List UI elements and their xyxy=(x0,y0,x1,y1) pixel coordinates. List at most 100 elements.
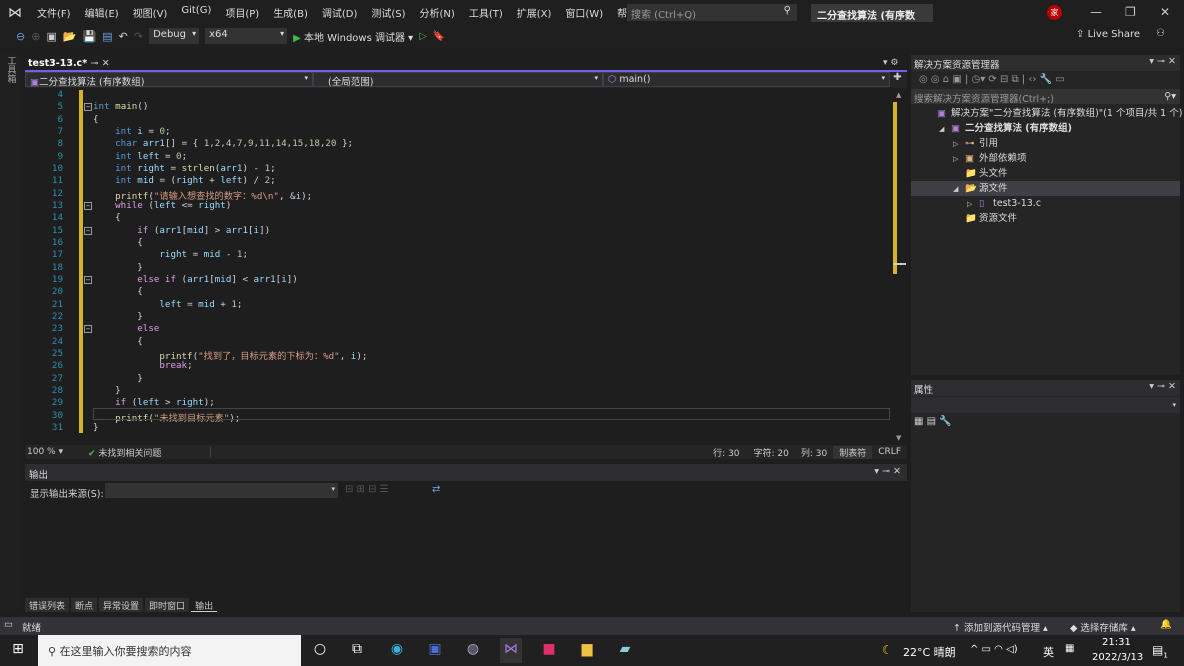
code-line[interactable]: else if (arr1[mid] < arr1[i]) xyxy=(93,274,298,285)
tree-item[interactable]: 📁 头文件 xyxy=(911,166,1180,181)
code-line[interactable]: char arr1[] = { 1,2,4,7,9,11,14,15,18,20… xyxy=(93,138,353,149)
notes-icon[interactable]: ▰ xyxy=(614,641,636,657)
expand-arrow-icon[interactable]: ▷ xyxy=(967,197,979,212)
pane-controls[interactable]: ▾ ⊸ ✕ xyxy=(1149,381,1176,392)
code-line[interactable]: } xyxy=(93,385,121,396)
code-line[interactable]: { xyxy=(93,286,143,297)
tree-item[interactable]: 📁 资源文件 xyxy=(911,211,1180,226)
menu-item[interactable]: 窗口(W) xyxy=(558,5,610,20)
output-source-select[interactable]: ▾ xyxy=(105,483,338,498)
code-line[interactable]: int right = strlen(arr1) - 1; xyxy=(93,163,276,174)
code-line[interactable]: if (left > right); xyxy=(93,397,215,408)
properties-toolbar[interactable]: ▦ ▤ 🔧 xyxy=(911,413,1180,430)
code-line[interactable]: } xyxy=(93,422,99,433)
save-all-icon[interactable]: ▤ xyxy=(102,30,112,43)
file-explorer-icon[interactable]: ▆ xyxy=(576,641,598,657)
fold-toggle-icon[interactable]: − xyxy=(84,226,92,235)
code-line[interactable]: { xyxy=(93,212,121,223)
fold-toggle-icon[interactable]: − xyxy=(84,325,92,334)
menu-item[interactable]: 生成(B) xyxy=(266,5,315,20)
feedback-icon[interactable]: ⚇ xyxy=(1156,28,1165,39)
code-line[interactable]: int main() xyxy=(93,101,148,112)
solution-search-input[interactable]: 搜索解决方案资源管理器(Ctrl+;) ⚲▾ xyxy=(911,89,1180,105)
code-line[interactable]: else xyxy=(93,323,159,334)
menu-item[interactable]: Git(G) xyxy=(174,5,218,20)
tab-options-icon[interactable]: ▾ ⚙ xyxy=(883,58,898,68)
tree-item[interactable]: ▷ ⊶ 引用 xyxy=(911,136,1180,151)
avatar[interactable]: 家 xyxy=(1047,5,1062,20)
back-icon[interactable]: ⊖ xyxy=(16,30,25,43)
menu-item[interactable]: 文件(F) xyxy=(30,5,78,20)
solution-explorer-toolbar[interactable]: ◎ ◎ ⌂ ▣ | ◷▾ ⟳ ⊟ ⧉ | ‹› 🔧 ▭ xyxy=(911,71,1180,89)
code-line[interactable]: while (left <= right) xyxy=(93,200,231,211)
run-debugger-button[interactable]: ▶ 本地 Windows 调试器 ▾ xyxy=(293,29,413,44)
new-project-icon[interactable]: ▣ xyxy=(46,30,56,43)
indent-mode[interactable]: 制表符 xyxy=(833,445,873,459)
tree-item[interactable]: ▣ 解决方案"二分查找算法 (有序数组)"(1 个项目/共 1 个) xyxy=(911,106,1182,121)
code-line[interactable]: } xyxy=(93,373,143,384)
scope-dropdown[interactable]: (全局范围) ▾ xyxy=(313,72,603,88)
line-ending[interactable]: CRLF xyxy=(872,447,907,457)
windows-start-icon[interactable]: ⊞ xyxy=(7,641,29,657)
cortana-icon[interactable]: ○ xyxy=(309,641,331,657)
redo-icon[interactable]: ↷ xyxy=(134,30,143,43)
tree-item[interactable]: ◢ ▣ 二分查找算法 (有序数组) xyxy=(911,121,1180,136)
config-select[interactable]: Debug ▾ xyxy=(149,28,200,44)
expand-arrow-icon[interactable]: ◢ xyxy=(939,122,951,137)
restore-button[interactable]: ❐ xyxy=(1125,5,1136,19)
menu-item[interactable]: 测试(S) xyxy=(364,5,412,20)
split-icon[interactable]: ✚ xyxy=(890,72,905,88)
undo-icon[interactable]: ↶ xyxy=(119,30,128,43)
fold-toggle-icon[interactable]: − xyxy=(84,103,92,112)
tab-test3-13-c[interactable]: test3-13.c* ⊸ ✕ xyxy=(25,56,113,71)
expand-arrow-icon[interactable]: ▷ xyxy=(953,152,965,167)
edge-icon[interactable]: ◉ xyxy=(386,641,408,657)
tree-item[interactable]: ▷ ▣ 外部依赖项 xyxy=(911,151,1180,166)
pin-icon[interactable]: ⊸ xyxy=(90,58,98,69)
code-editor[interactable]: 4 5 int main() 6{7 int i = 0; 8 char arr1[] … xyxy=(25,88,893,445)
issues-indicator[interactable]: ✔ 未找到相关问题 xyxy=(70,446,210,459)
output-tool-icons[interactable]: ⊟ ⊞ ⊟ ☰ xyxy=(345,484,389,495)
forward-icon[interactable]: ⊕ xyxy=(31,30,40,43)
menu-item[interactable]: 扩展(X) xyxy=(510,5,559,20)
code-line[interactable]: right = mid - 1; xyxy=(93,249,248,260)
pane-controls[interactable]: ▾ ⊸ ✕ xyxy=(1149,56,1176,67)
fold-toggle-icon[interactable]: − xyxy=(84,201,92,210)
expand-arrow-icon[interactable]: ◢ xyxy=(953,182,965,197)
run-without-debug-icon[interactable]: ▷ xyxy=(419,31,427,42)
tree-item[interactable]: ◢ 📂 源文件 xyxy=(911,181,1180,196)
bell-icon[interactable]: 🔔 xyxy=(1160,619,1172,630)
code-line[interactable]: left = mid + 1; xyxy=(93,299,242,310)
pane-controls[interactable]: ▾ ⊸ ✕ xyxy=(874,466,901,477)
app-icon[interactable]: ■ xyxy=(538,641,560,657)
notification-center-icon[interactable]: ▤1 xyxy=(1152,643,1168,659)
toolbox-strip[interactable]: 工具箱 xyxy=(0,52,22,612)
platform-select[interactable]: x64 ▾ xyxy=(205,28,288,44)
add-source-control-button[interactable]: ↑ 添加到源代码管理 ▴ xyxy=(953,620,1048,634)
bottom-tab[interactable]: 即时窗口 xyxy=(145,598,190,612)
menu-item[interactable]: 编辑(E) xyxy=(78,5,126,20)
expand-arrow-icon[interactable]: ▷ xyxy=(953,137,965,152)
word-wrap-icon[interactable]: ⇄ xyxy=(432,484,440,495)
taskbar-search-input[interactable]: ⚲ 在这里输入你要搜索的内容 xyxy=(38,635,301,666)
bottom-tab[interactable]: 异常设置 xyxy=(99,598,144,612)
select-repo-button[interactable]: ◆ 选择存储库 ▴ xyxy=(1070,620,1136,634)
code-line[interactable]: { xyxy=(93,237,143,248)
bookmark-icon[interactable]: 🔖 xyxy=(433,31,445,42)
live-share-button[interactable]: ⇪ Live Share xyxy=(1076,29,1140,40)
horizontal-scrollbar[interactable] xyxy=(210,447,705,457)
code-line[interactable]: } xyxy=(93,311,143,322)
tree-item[interactable]: ▷ ▯ test3-13.c xyxy=(911,196,1180,211)
code-line[interactable]: int left = 0; xyxy=(93,151,187,162)
member-dropdown[interactable]: ⬡ main() ▾ xyxy=(603,72,890,87)
bottom-tab[interactable]: 输出 xyxy=(191,598,218,612)
ime-grid-icon[interactable]: ▦ xyxy=(1065,643,1074,654)
code-line[interactable]: break; xyxy=(93,360,192,371)
minimize-button[interactable]: — xyxy=(1090,5,1102,19)
menu-item[interactable]: 视图(V) xyxy=(126,5,175,20)
task-view-icon[interactable]: ⧉ xyxy=(346,641,368,657)
project-dropdown[interactable]: ▣二分查找算法 (有序数组) ▾ xyxy=(25,72,313,88)
menu-item[interactable]: 工具(T) xyxy=(462,5,510,20)
steam-icon[interactable]: ◍ xyxy=(462,641,484,657)
code-line[interactable]: int i = 0; xyxy=(93,126,170,137)
